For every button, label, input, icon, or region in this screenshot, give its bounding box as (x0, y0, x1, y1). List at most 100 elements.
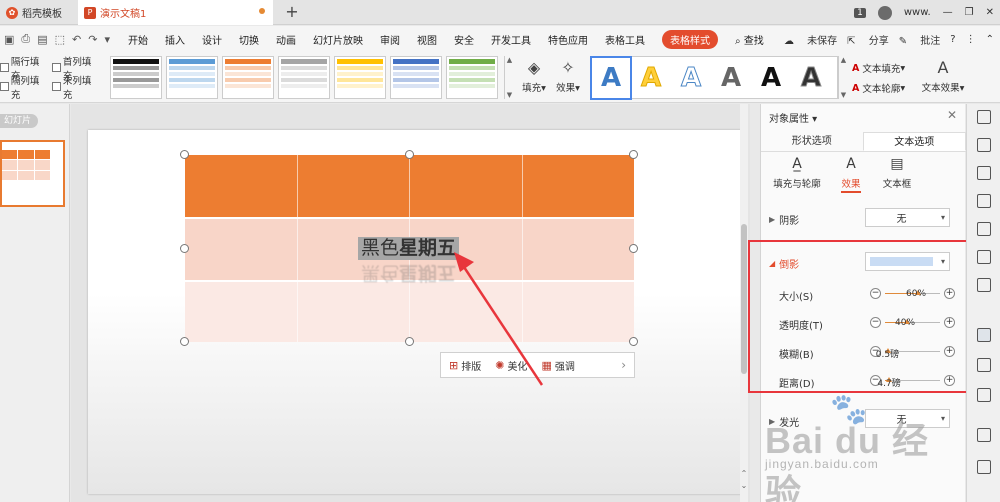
chevron-down-icon[interactable]: ▼ (841, 91, 846, 99)
slide[interactable]: 黑色星期五 黑色星期五 ⊞ 排版 ✺ 美化 ▦ 强调 › (88, 130, 743, 494)
export-icon[interactable]: ⬚ (55, 33, 65, 46)
table-row[interactable] (185, 155, 634, 217)
menu-table-tools[interactable]: 表格工具 (605, 32, 645, 47)
chevron-right-icon[interactable]: › (621, 358, 626, 372)
tab-shape-options[interactable]: 形状选项 (761, 132, 863, 151)
resize-handle[interactable] (405, 337, 414, 346)
table-row[interactable] (185, 280, 634, 342)
grid-icon[interactable] (977, 222, 991, 236)
table-style-indigo[interactable] (390, 56, 442, 99)
properties-icon[interactable] (977, 328, 991, 342)
table-cell[interactable] (185, 219, 298, 280)
undo-icon[interactable]: ↶ (72, 33, 81, 46)
user-name[interactable]: www. (904, 7, 931, 18)
picture-icon[interactable] (977, 358, 991, 372)
slides-tab[interactable]: 幻灯片 (0, 114, 38, 128)
tab-presentation[interactable]: P 演示文稿1 (78, 0, 273, 25)
resize-handle[interactable] (180, 244, 189, 253)
tab-docer[interactable]: ✿ 稻壳模板 (0, 0, 75, 25)
avatar[interactable] (877, 5, 892, 20)
apps-icon[interactable] (977, 250, 991, 264)
resize-handle[interactable] (180, 337, 189, 346)
menu-security[interactable]: 安全 (454, 32, 474, 47)
wordart-gold[interactable]: A (632, 58, 670, 98)
slide-table[interactable]: 黑色星期五 黑色星期五 (180, 150, 638, 346)
annotate-button[interactable]: ✎ 批注 (899, 32, 941, 47)
close-icon[interactable]: ✕ (986, 7, 994, 18)
wordart-shadow[interactable]: A (792, 58, 830, 98)
table-style-gold[interactable] (334, 56, 386, 99)
subtab-fill-outline[interactable]: A̲ 填充与轮廓 (761, 156, 833, 196)
wordart-gray[interactable]: A (712, 58, 750, 98)
search-button[interactable]: ⌕ 查找 (735, 32, 764, 47)
more-icon[interactable]: ⋮ (966, 34, 976, 45)
chevron-down-icon[interactable]: ▼ (507, 91, 512, 99)
redo-icon[interactable]: ↷ (88, 33, 97, 46)
menu-view[interactable]: 视图 (417, 32, 437, 47)
text-fill-button[interactable]: A 文本填充 ▾ (852, 58, 922, 78)
effect-button[interactable]: ✧ 效果▾ (548, 58, 588, 94)
gallery-scroll[interactable]: ▲ ▼ (504, 56, 514, 99)
menu-features[interactable]: 特色应用 (548, 32, 588, 47)
slide-thumbnail-1[interactable] (0, 140, 65, 207)
checkbox-last-column[interactable]: 末列填充 (52, 73, 100, 101)
window-count-badge[interactable]: 1 (854, 7, 866, 18)
wordart-blue[interactable]: A (590, 55, 632, 100)
wordart-black[interactable]: A (752, 58, 790, 98)
menu-transition[interactable]: 切换 (239, 32, 259, 47)
customize-icon[interactable]: ▾ (104, 33, 110, 46)
select-icon[interactable] (977, 110, 991, 124)
layers-icon[interactable] (977, 278, 991, 292)
table-icon[interactable] (977, 194, 991, 208)
resize-handle[interactable] (405, 150, 414, 159)
table-style-gray[interactable] (278, 56, 330, 99)
text-effect-button[interactable]: A 文本效果▾ (920, 58, 966, 94)
menu-review[interactable]: 审阅 (380, 32, 400, 47)
minimize-icon[interactable]: — (943, 7, 953, 18)
table-cell[interactable] (523, 155, 635, 217)
copy-icon[interactable] (977, 166, 991, 180)
wordart-outline[interactable]: A (672, 58, 710, 98)
scrollbar-thumb[interactable] (741, 224, 747, 374)
checkbox-banded-columns[interactable]: 隔列填充 (0, 73, 48, 101)
unsaved-button[interactable]: ☁ 未保存 (784, 32, 837, 47)
menu-insert[interactable]: 插入 (165, 32, 185, 47)
resize-handle[interactable] (629, 150, 638, 159)
resize-handle[interactable] (180, 150, 189, 159)
collapse-ribbon-icon[interactable]: ⌃ (986, 34, 994, 45)
menu-home[interactable]: 开始 (128, 32, 148, 47)
text-outline-button[interactable]: A 文本轮廓 ▾ (852, 78, 922, 98)
menu-developer[interactable]: 开发工具 (491, 32, 531, 47)
table-cell[interactable] (298, 155, 410, 217)
glow-section-toggle[interactable]: ▶ 发光 (769, 414, 799, 429)
help-button[interactable]: ? (950, 34, 955, 45)
menu-design[interactable]: 设计 (202, 32, 222, 47)
chevron-up-icon[interactable]: ▲ (507, 56, 512, 64)
menu-table-style[interactable]: 表格样式 (662, 29, 718, 49)
table-style-green[interactable] (446, 56, 498, 99)
save-icon[interactable]: ▣ (4, 33, 14, 46)
checkbox-box[interactable] (52, 82, 61, 91)
chevron-down-icon[interactable]: ⌄ (739, 480, 749, 492)
share-button[interactable]: ⇱ 分享 (847, 32, 889, 47)
print-preview-icon[interactable]: ⎙ (21, 32, 30, 46)
restore-icon[interactable]: ❐ (965, 7, 974, 18)
subtab-textbox[interactable]: ▤ 文本框 (869, 156, 925, 196)
wordart-scroll[interactable]: ▲ ▼ (838, 56, 848, 99)
table-cell[interactable] (410, 155, 523, 217)
archive-icon[interactable] (977, 428, 991, 442)
chevron-up-icon[interactable]: ⌃ (739, 468, 749, 480)
panel-title[interactable]: 对象属性 ▾ (769, 110, 817, 125)
transform-icon[interactable] (977, 388, 991, 402)
shadow-dropdown[interactable]: 无 ▾ (865, 208, 950, 227)
table-cell[interactable] (298, 282, 410, 342)
new-tab-button[interactable]: + (283, 2, 301, 21)
resize-handle[interactable] (629, 337, 638, 346)
shadow-section-toggle[interactable]: ▶ 阴影 (769, 212, 799, 227)
resize-handle[interactable] (629, 244, 638, 253)
chevron-up-icon[interactable]: ▲ (841, 56, 846, 64)
print-icon[interactable]: ▤ (37, 33, 47, 46)
checkbox-box[interactable] (52, 63, 61, 72)
shape-icon[interactable] (977, 138, 991, 152)
audio-icon[interactable] (977, 460, 991, 474)
